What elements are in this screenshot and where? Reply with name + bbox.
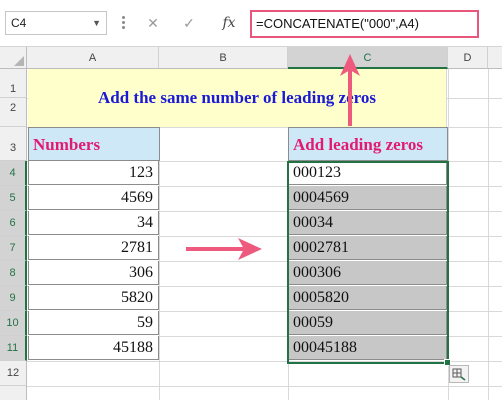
arrow-right-icon	[186, 238, 262, 260]
row-header-7[interactable]: 7	[0, 236, 27, 261]
column-header-e[interactable]	[488, 47, 502, 69]
column-header-d[interactable]: D	[448, 47, 488, 69]
row-header-2[interactable]: 2	[0, 98, 27, 127]
result-cell[interactable]: 0005820	[288, 286, 447, 310]
result-cell[interactable]: 0002781	[288, 236, 447, 260]
name-box[interactable]: C4 ▼	[5, 11, 107, 35]
row-header-3[interactable]: 3	[0, 127, 27, 161]
cancel-icon[interactable]: ✕	[139, 11, 167, 35]
row-header-8[interactable]: 8	[0, 261, 27, 286]
row-header-4[interactable]: 4	[0, 161, 27, 186]
result-header-cell[interactable]: Add leading zeros	[288, 127, 448, 161]
name-box-value: C4	[11, 16, 27, 30]
number-cell[interactable]: 2781	[28, 236, 159, 260]
title-cell[interactable]: Add the same number of leading zeros	[28, 69, 447, 127]
quick-analysis-icon[interactable]	[449, 365, 469, 383]
formula-input[interactable]: =CONCATENATE("000",A4)	[250, 10, 479, 38]
gridline	[488, 69, 489, 400]
enter-icon[interactable]: ✓	[175, 11, 203, 35]
formula-bar-buttons: ✕ ✓ fx	[135, 11, 250, 35]
result-cell[interactable]: 000306	[288, 261, 447, 285]
row-header-1[interactable]: 1	[0, 69, 27, 98]
row-header-13[interactable]	[0, 386, 27, 400]
formula-bar: C4 ▼ ✕ ✓ fx =CONCATENATE("000",A4)	[0, 0, 502, 47]
number-cell[interactable]: 59	[28, 311, 159, 335]
arrow-up-icon	[340, 54, 360, 126]
row-header-10[interactable]: 10	[0, 311, 27, 336]
number-cell[interactable]: 123	[28, 161, 159, 185]
number-cell[interactable]: 34	[28, 211, 159, 235]
formula-bar-grip-icon[interactable]	[120, 14, 126, 32]
number-cell[interactable]: 5820	[28, 286, 159, 310]
gridline	[27, 361, 502, 362]
result-cell[interactable]: 00034	[288, 211, 447, 235]
row-header-9[interactable]: 9	[0, 286, 27, 311]
row-header-11[interactable]: 11	[0, 336, 27, 361]
result-cell[interactable]: 00045188	[288, 336, 447, 360]
row-header-6[interactable]: 6	[0, 211, 27, 236]
number-cell[interactable]: 306	[28, 261, 159, 285]
numbers-header-cell[interactable]: Numbers	[28, 127, 160, 161]
gridline	[448, 69, 449, 400]
number-cell[interactable]: 4569	[28, 186, 159, 210]
column-header-b[interactable]: B	[159, 47, 288, 69]
result-cell[interactable]: 000123	[288, 161, 447, 185]
insert-function-icon[interactable]: fx	[215, 11, 243, 35]
select-all-button[interactable]	[0, 47, 27, 69]
column-header-c[interactable]: C	[288, 47, 448, 69]
chevron-down-icon[interactable]: ▼	[92, 12, 101, 34]
gridline	[27, 386, 502, 387]
row-header-5[interactable]: 5	[0, 186, 27, 211]
result-cell[interactable]: 00059	[288, 311, 447, 335]
row-header-12[interactable]: 12	[0, 361, 27, 386]
number-cell[interactable]: 45188	[28, 336, 159, 360]
column-header-a[interactable]: A	[27, 47, 159, 69]
result-cell[interactable]: 0004569	[288, 186, 447, 210]
